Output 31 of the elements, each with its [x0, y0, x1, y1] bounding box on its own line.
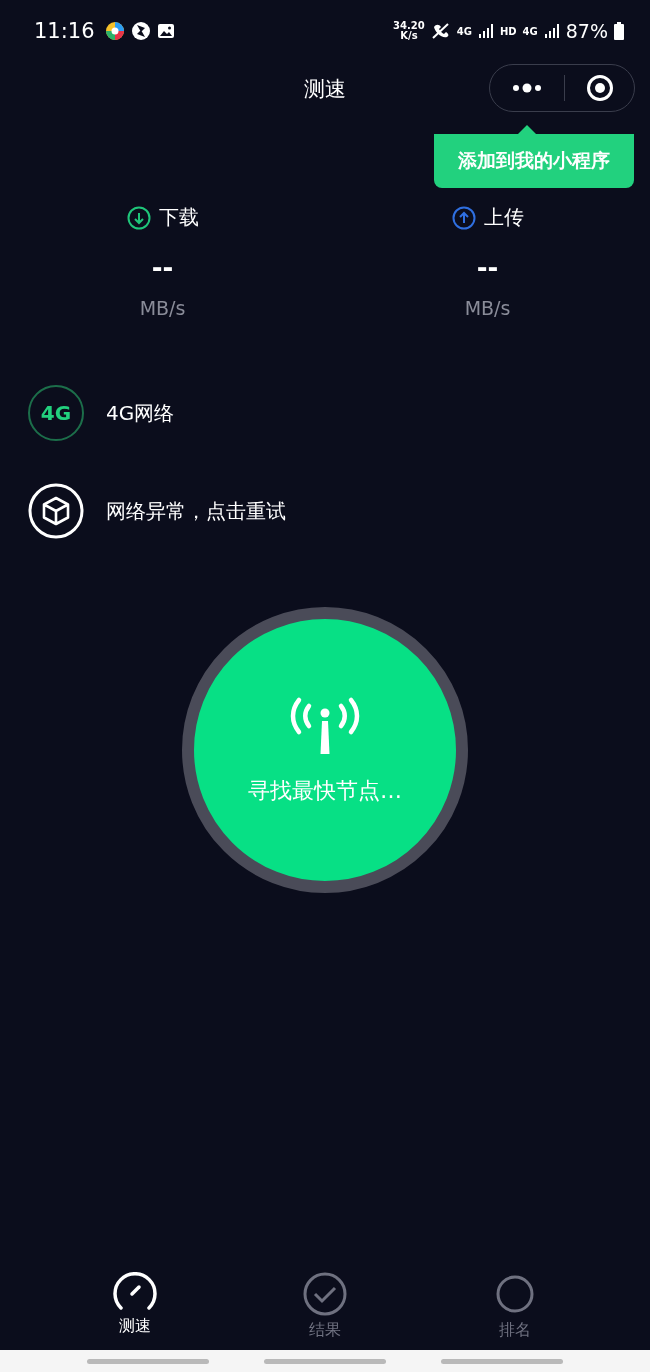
speed-label: 上传 — [483, 204, 524, 231]
battery-level: 87% — [565, 20, 608, 42]
network-type: 4G — [456, 25, 472, 37]
call-off-icon — [430, 22, 451, 40]
gauge-icon — [112, 1272, 158, 1312]
network-type: 4G — [522, 25, 538, 37]
network-label: 4G网络 — [106, 399, 175, 427]
tab[interactable]: 测速 — [80, 1272, 190, 1350]
tab[interactable]: 结果 — [270, 1272, 380, 1350]
tab[interactable]: 排名 — [460, 1272, 570, 1350]
speed-value: -- — [476, 253, 499, 283]
page-title: 测速 — [304, 76, 346, 103]
speed-unit: MB/s — [464, 297, 511, 319]
speed-unit: MB/s — [139, 297, 186, 319]
speed-value: 34.20 — [393, 21, 425, 31]
close-target-icon[interactable] — [585, 74, 614, 102]
app-icon — [104, 21, 125, 41]
signal-icon — [543, 23, 560, 39]
speed-value: -- — [151, 253, 174, 283]
speed-label: 下载 — [158, 204, 199, 231]
network-badge: 4G — [28, 385, 84, 441]
image-icon — [156, 22, 175, 40]
signal-icon — [477, 23, 494, 39]
check-circle-icon — [303, 1272, 347, 1316]
retry-link[interactable]: 网络异常，点击重试 — [106, 497, 286, 525]
cube-icon — [28, 483, 84, 539]
status-time: 11:16 — [34, 19, 95, 43]
battery-icon — [614, 22, 624, 40]
more-icon[interactable] — [510, 83, 543, 93]
speed-unit: K/s — [400, 31, 418, 41]
hd-label: HD — [499, 25, 517, 37]
